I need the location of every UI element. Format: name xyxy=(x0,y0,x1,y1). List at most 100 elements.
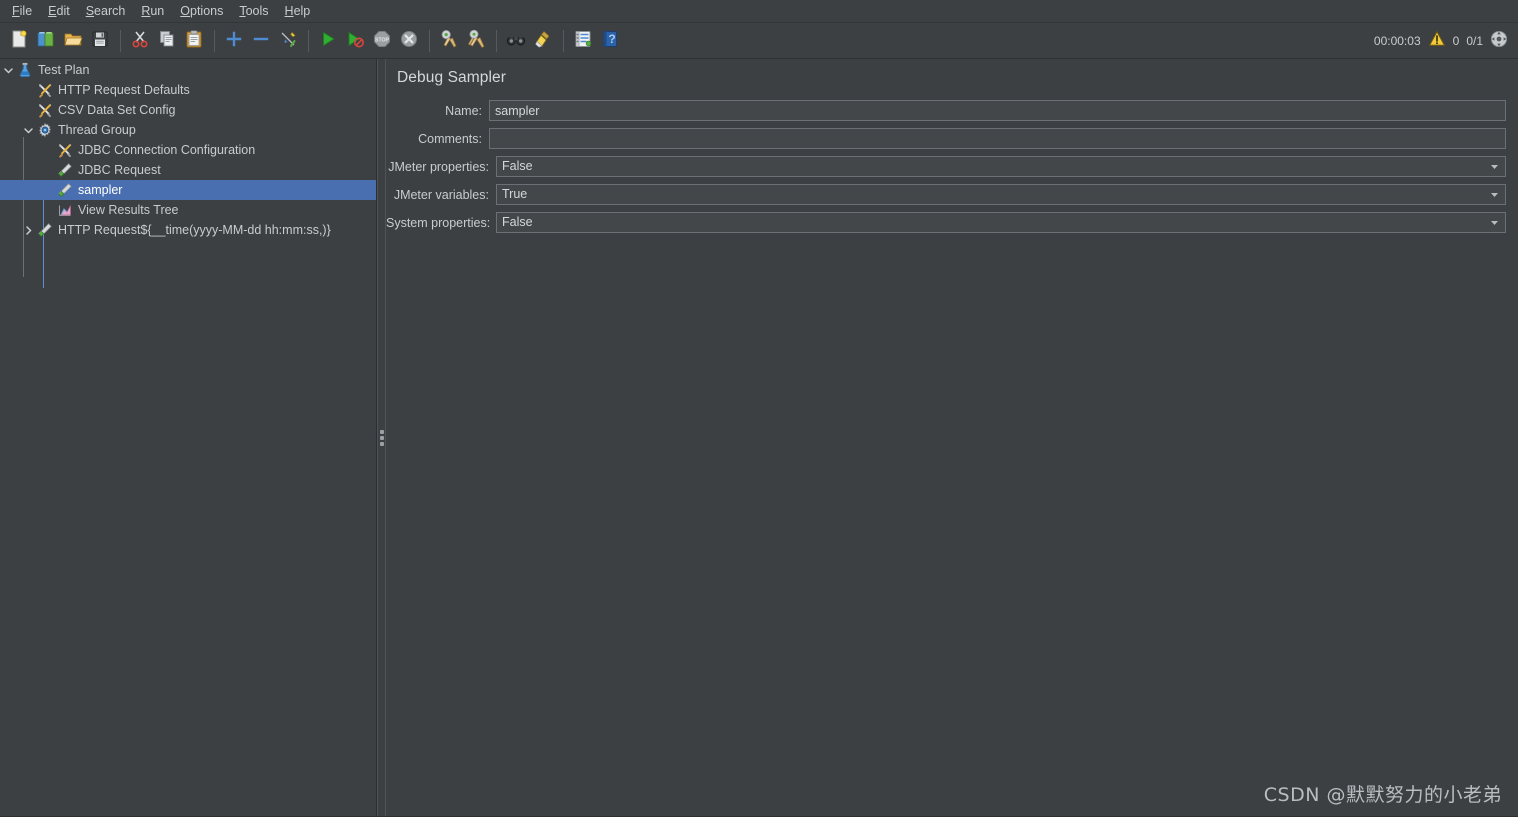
sampler-icon xyxy=(56,181,74,199)
splitter-grip-icon xyxy=(379,430,384,446)
comments-label: Comments: xyxy=(418,131,482,146)
chevron-down-icon[interactable] xyxy=(1485,157,1503,176)
new-icon xyxy=(9,29,29,52)
twisty-placeholder xyxy=(20,80,36,100)
chevron-down-icon[interactable] xyxy=(1485,213,1503,232)
warning-triangle-icon[interactable] xyxy=(1428,30,1446,51)
copy-button[interactable] xyxy=(154,28,180,54)
templates-button[interactable] xyxy=(33,28,59,54)
tree-node-test-plan[interactable]: Test Plan xyxy=(0,60,376,80)
start-button[interactable] xyxy=(315,28,341,54)
jmeter-window: File Edit Search Run Options Tools Help xyxy=(0,0,1518,817)
name-label: Name: xyxy=(445,103,482,118)
templates-icon xyxy=(36,29,56,52)
save-button[interactable] xyxy=(87,28,113,54)
name-input[interactable] xyxy=(489,100,1506,121)
system-properties-select[interactable]: False xyxy=(496,212,1506,233)
form-row-name: Name: xyxy=(386,100,1518,121)
shutdown-button[interactable] xyxy=(396,28,422,54)
tree-node-sampler[interactable]: sampler xyxy=(0,180,376,200)
tree-node-label: CSV Data Set Config xyxy=(58,103,176,117)
plus-icon xyxy=(224,29,244,52)
test-plan-tree: Test Plan HTTP Request Defaults CSV Data… xyxy=(0,59,376,240)
jmeter-variables-select[interactable]: True xyxy=(496,184,1506,205)
tree-node-label: JDBC Request xyxy=(78,163,161,177)
pane-splitter[interactable] xyxy=(377,59,386,817)
toolbar-separator xyxy=(563,29,564,52)
save-disk-icon xyxy=(90,29,110,52)
search-button[interactable] xyxy=(503,28,529,54)
menu-bar: File Edit Search Run Options Tools Help xyxy=(0,0,1518,23)
tree-node-thread-group[interactable]: Thread Group xyxy=(0,120,376,140)
start-no-pauses-button[interactable] xyxy=(342,28,368,54)
sampler-icon xyxy=(36,221,54,239)
help-button[interactable]: ? xyxy=(597,28,623,54)
start-play-icon xyxy=(318,29,338,52)
shutdown-x-icon xyxy=(399,29,419,52)
chevron-down-icon[interactable] xyxy=(1485,185,1503,204)
connect-icon[interactable] xyxy=(1490,30,1508,51)
cut-scissors-icon xyxy=(130,29,150,52)
collapse-all-button[interactable] xyxy=(248,28,274,54)
expand-all-button[interactable] xyxy=(221,28,247,54)
clear-all-button[interactable] xyxy=(463,28,489,54)
form-row-system-properties: System properties: False xyxy=(386,212,1518,233)
function-helper-icon xyxy=(573,29,593,52)
tree-node-label: HTTP Request${__time(yyyy-MM-dd hh:mm:ss… xyxy=(58,223,331,237)
tree-node-view-results-tree[interactable]: View Results Tree xyxy=(0,200,376,220)
page-title: Debug Sampler xyxy=(397,69,506,86)
chevron-down-icon[interactable] xyxy=(0,60,16,80)
form-row-comments: Comments: xyxy=(386,128,1518,149)
main-split: Test Plan HTTP Request Defaults CSV Data… xyxy=(0,59,1518,817)
tree-node-label: HTTP Request Defaults xyxy=(58,83,190,97)
menu-help[interactable]: Help xyxy=(277,1,319,21)
config-tools-icon xyxy=(36,81,54,99)
menu-options[interactable]: Options xyxy=(172,1,231,21)
debug-sampler-form: Name: Comments: JMeter properties: False xyxy=(386,100,1518,240)
tree-node-label: View Results Tree xyxy=(78,203,179,217)
minus-icon xyxy=(251,29,271,52)
tree-node-label: JDBC Connection Configuration xyxy=(78,143,256,157)
tree-node-http-request-time[interactable]: HTTP Request${__time(yyyy-MM-dd hh:mm:ss… xyxy=(0,220,376,240)
jmeter-variables-label: JMeter variables: xyxy=(393,187,489,202)
paste-button[interactable] xyxy=(181,28,207,54)
function-helper-button[interactable] xyxy=(570,28,596,54)
test-plan-tree-pane[interactable]: Test Plan HTTP Request Defaults CSV Data… xyxy=(0,59,377,817)
clear-button[interactable] xyxy=(436,28,462,54)
menu-search[interactable]: Search xyxy=(78,1,134,21)
menu-file[interactable]: File xyxy=(4,1,40,21)
system-properties-value: False xyxy=(502,215,533,229)
tree-node-jdbc-request[interactable]: JDBC Request xyxy=(0,160,376,180)
toolbar-separator xyxy=(120,29,121,52)
tree-node-http-request-defaults[interactable]: HTTP Request Defaults xyxy=(0,80,376,100)
svg-text:STOP: STOP xyxy=(375,37,390,43)
menu-tools[interactable]: Tools xyxy=(231,1,276,21)
menu-edit[interactable]: Edit xyxy=(40,1,78,21)
config-tools-icon xyxy=(36,101,54,119)
results-tree-icon xyxy=(56,201,74,219)
tree-node-jdbc-connection-configuration[interactable]: JDBC Connection Configuration xyxy=(0,140,376,160)
watermark: CSDN @默默努力的小老弟 xyxy=(1263,784,1502,806)
menu-run[interactable]: Run xyxy=(133,1,172,21)
comments-input[interactable] xyxy=(489,128,1506,149)
stop-button[interactable]: STOP xyxy=(369,28,395,54)
chevron-down-icon[interactable] xyxy=(20,120,36,140)
cut-button[interactable] xyxy=(127,28,153,54)
toolbar-status: 00:00:03 0 0/1 xyxy=(1374,30,1518,51)
tree-node-csv-data-set-config[interactable]: CSV Data Set Config xyxy=(0,100,376,120)
jmeter-properties-value: False xyxy=(502,159,533,173)
twisty-placeholder xyxy=(20,100,36,120)
jmeter-properties-select[interactable]: False xyxy=(496,156,1506,177)
open-button[interactable] xyxy=(60,28,86,54)
chevron-right-icon[interactable] xyxy=(20,220,36,240)
paste-clipboard-icon xyxy=(184,29,204,52)
new-button[interactable] xyxy=(6,28,32,54)
svg-text:?: ? xyxy=(608,32,615,46)
reset-search-button[interactable] xyxy=(530,28,556,54)
element-detail-pane: Debug Sampler Name: Comments: JMeter pro… xyxy=(386,59,1518,817)
clear-broom-icon xyxy=(439,29,459,52)
jmeter-variables-value: True xyxy=(502,187,528,201)
toggle-button[interactable] xyxy=(275,28,301,54)
open-folder-icon xyxy=(63,29,83,52)
jmeter-properties-label: JMeter properties: xyxy=(388,159,489,174)
